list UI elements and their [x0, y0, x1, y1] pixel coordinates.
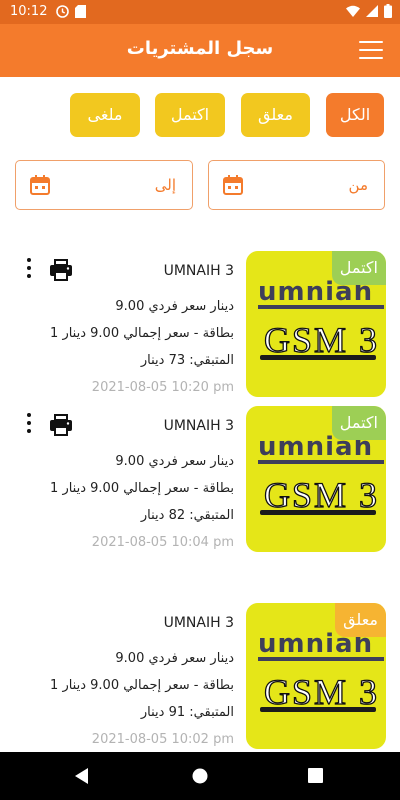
quantity-total: 1 بطاقة - سعر إجمالي 9.00 دينار [50, 481, 234, 496]
thumbnail-underline [260, 707, 376, 712]
back-icon[interactable] [74, 768, 90, 784]
status-badge: اكتمل [331, 251, 386, 285]
unit-price: 9.00 دينار سعر فردي [115, 299, 234, 314]
unit-price: 9.00 دينار سعر فردي [115, 651, 234, 666]
thumbnail-underline [260, 510, 376, 515]
purchase-date: 2021-08-05 10:20 pm [91, 380, 234, 395]
signal-icon [366, 5, 378, 17]
sd-card-icon [75, 5, 86, 18]
printer-icon[interactable] [48, 412, 74, 438]
product-thumbnail: umniah GSM 3 اكتمل [246, 251, 386, 397]
quantity-total: 1 بطاقة - سعر إجمالي 9.00 دينار [50, 678, 234, 693]
status-filter-bar: الكل معلق اكتمل ملغى [0, 93, 400, 137]
unit-price: 9.00 دينار سعر فردي [115, 454, 234, 469]
filter-all-button[interactable]: الكل [326, 93, 384, 137]
more-options-icon[interactable] [24, 413, 34, 437]
remaining-balance: المتبقي: 73 دينار [140, 353, 234, 368]
calendar-icon [223, 175, 243, 195]
purchase-date: 2021-08-05 10:04 pm [91, 535, 234, 550]
remaining-balance: المتبقي: 91 دينار [140, 705, 234, 720]
more-options-icon[interactable] [24, 258, 34, 282]
filter-pending-button[interactable]: معلق [241, 93, 310, 137]
quantity-total: 1 بطاقة - سعر إجمالي 9.00 دينار [50, 326, 234, 341]
filter-cancelled-button[interactable]: ملغى [70, 93, 140, 137]
thumbnail-divider [258, 460, 384, 464]
purchase-date: 2021-08-05 10:02 pm [91, 732, 234, 747]
recent-apps-icon[interactable] [308, 768, 323, 783]
filter-completed-button[interactable]: اكتمل [155, 93, 225, 137]
home-icon[interactable] [192, 768, 208, 784]
wifi-icon [346, 5, 360, 17]
purchase-card[interactable]: umniah GSM 3 اكتمل UMNAIH 3 9.00 دينار س… [0, 251, 400, 403]
app-bar: سجل المشتريات [0, 24, 400, 77]
purchase-card[interactable]: umniah GSM 3 اكتمل UMNAIH 3 9.00 دينار س… [0, 406, 400, 558]
thumbnail-divider [258, 657, 384, 661]
to-date-field[interactable]: إلى [15, 160, 193, 210]
menu-icon[interactable] [359, 41, 383, 60]
printer-icon[interactable] [48, 257, 74, 283]
thumbnail-underline [260, 355, 376, 360]
purchase-card[interactable]: umniah GSM 3 معلق UMNAIH 3 9.00 دينار سع… [0, 603, 400, 755]
status-notification-icons [56, 5, 86, 18]
calendar-icon [30, 175, 50, 195]
product-name: UMNAIH 3 [163, 418, 234, 434]
clock-icon [56, 5, 69, 18]
product-name: UMNAIH 3 [163, 263, 234, 279]
page-title: سجل المشتريات [126, 38, 274, 59]
system-navigation-bar [0, 752, 400, 800]
product-thumbnail: umniah GSM 3 معلق [246, 603, 386, 749]
from-date-label: من [348, 176, 368, 194]
status-bar: 10:12 [0, 0, 400, 24]
product-thumbnail: umniah GSM 3 اكتمل [246, 406, 386, 552]
status-badge: اكتمل [331, 406, 386, 440]
remaining-balance: المتبقي: 82 دينار [140, 508, 234, 523]
product-name: UMNAIH 3 [163, 615, 234, 631]
status-badge: معلق [335, 603, 386, 637]
thumbnail-divider [258, 305, 384, 309]
from-date-field[interactable]: من [208, 160, 385, 210]
battery-icon [384, 4, 392, 18]
status-time: 10:12 [10, 4, 48, 19]
to-date-label: إلى [154, 176, 176, 194]
